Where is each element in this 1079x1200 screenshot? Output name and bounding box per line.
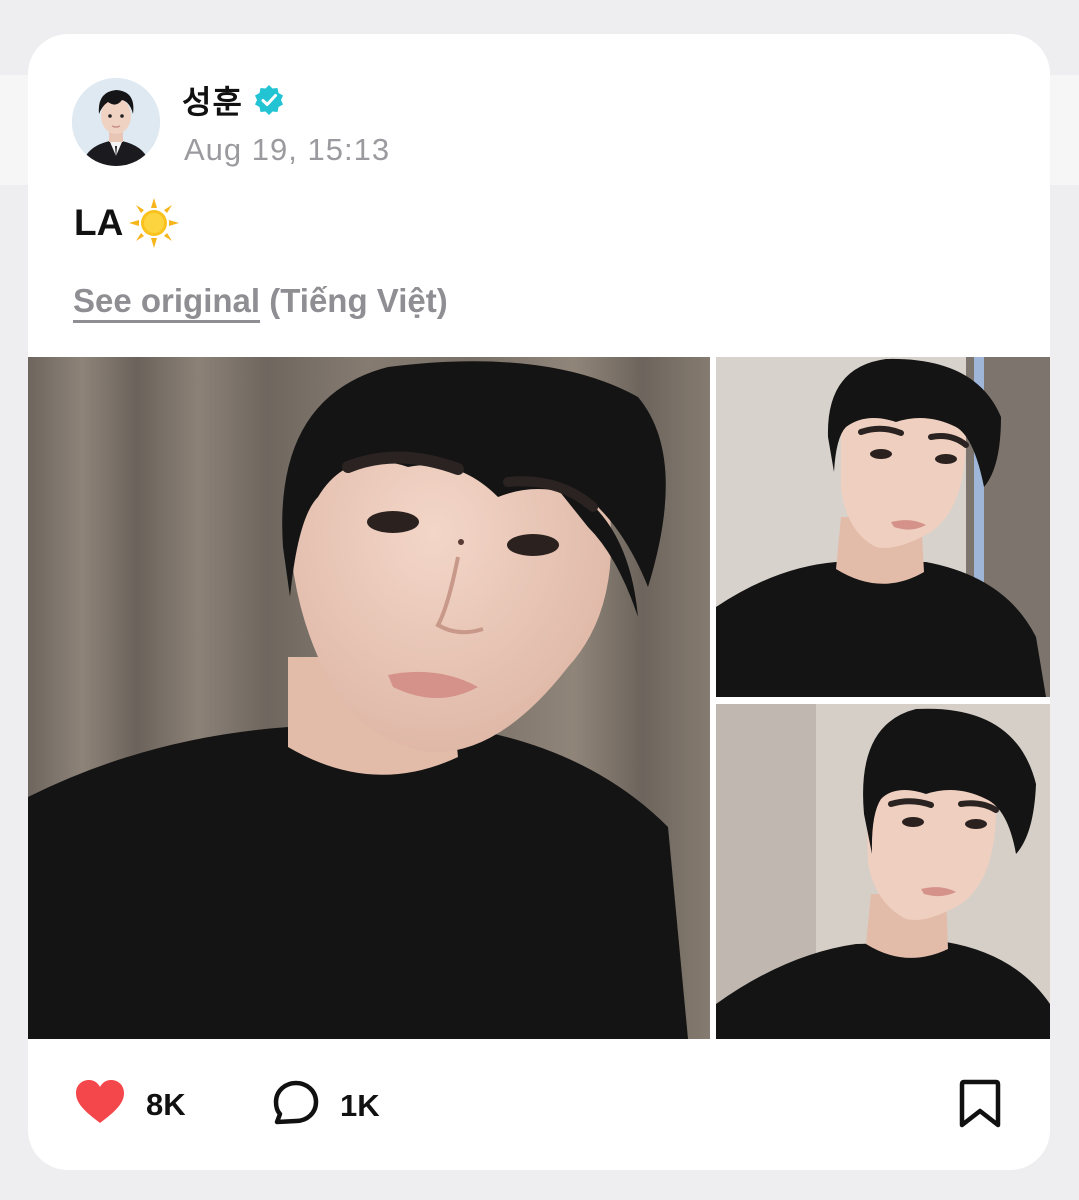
author-row: 성훈: [182, 78, 285, 122]
author-name[interactable]: 성훈: [182, 77, 243, 123]
post-photo-3[interactable]: [716, 704, 1050, 1039]
sun-emoji-icon: [127, 196, 181, 250]
like-button[interactable]: 8K: [74, 1079, 186, 1130]
comment-button[interactable]: 1K: [272, 1079, 380, 1132]
comment-count: 1K: [340, 1087, 380, 1123]
post-caption-text: LA: [74, 202, 124, 243]
bookmark-button[interactable]: [958, 1079, 1002, 1129]
post-photo-2[interactable]: [716, 357, 1050, 697]
see-original-link[interactable]: See original: [73, 282, 260, 319]
author-avatar[interactable]: [72, 78, 160, 166]
post-card: 성훈 Aug 19, 15:13 LA See original (Tiếng …: [28, 34, 1050, 1170]
verified-badge-icon: [253, 84, 285, 116]
translation-row: See original (Tiếng Việt): [73, 282, 448, 320]
translation-language: (Tiếng Việt): [269, 282, 448, 319]
post-timestamp: Aug 19, 15:13: [184, 132, 391, 167]
bookmark-icon: [958, 1079, 1002, 1133]
heart-icon: [74, 1079, 126, 1130]
like-count: 8K: [146, 1086, 186, 1122]
post-photo-main[interactable]: [28, 357, 710, 1039]
comment-bubble-icon: [272, 1079, 320, 1132]
post-caption: LA: [74, 196, 181, 250]
post-action-bar: 8K 1K: [28, 1039, 1050, 1170]
